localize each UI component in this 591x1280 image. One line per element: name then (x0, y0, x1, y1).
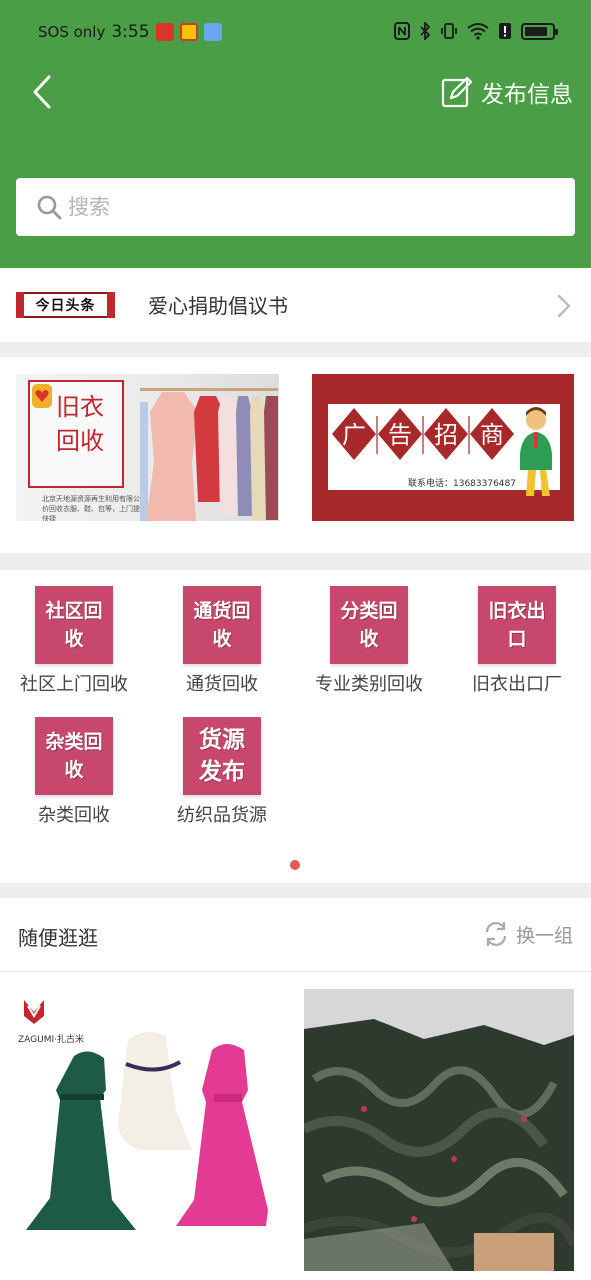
ad-char: 商 (480, 421, 504, 449)
category-label: 专业类别回收 (315, 674, 423, 695)
textile-supply-icon: 货源发布 (183, 717, 261, 795)
category-sorted-recycling[interactable]: 分类回收 专业类别回收 (299, 586, 439, 696)
wifi-icon (467, 23, 489, 40)
status-bar: SOS only 3:55 (0, 0, 591, 66)
banner-advertising[interactable]: 广 告 招 商 联系电话：13683376487 (312, 374, 574, 521)
browse-section: 随便逛逛 换一组 ZAGUMI·扎古米 (0, 898, 591, 1280)
bulk-recycling-icon: 通货回收 (183, 586, 261, 664)
category-icon-text: 货源发布 (199, 727, 245, 785)
edit-icon (441, 76, 473, 108)
news-headline[interactable]: 爱心捐助倡议书 (148, 290, 288, 319)
category-export[interactable]: 旧衣出口 旧衣出口厂 (447, 586, 587, 696)
alert-icon (499, 23, 511, 39)
news-strip[interactable]: 今日头条 爱心捐助倡议书 (0, 268, 591, 342)
app-notification-icon (179, 23, 198, 41)
app-notification-icon (203, 23, 222, 41)
status-right (394, 22, 558, 40)
ad-underline (402, 490, 512, 493)
section-divider (0, 553, 591, 570)
category-community-recycling[interactable]: 社区回收 社区上门回收 (4, 586, 144, 696)
publish-label: 发布信息 (481, 82, 573, 108)
search-input[interactable] (68, 195, 548, 219)
category-label: 纺织品货源 (177, 805, 267, 826)
status-left: SOS only 3:55 (38, 22, 222, 42)
chevron-left-icon (33, 75, 51, 109)
refresh-button[interactable]: 换一组 (482, 920, 573, 948)
toutiao-logo: 今日头条 (16, 292, 115, 318)
ad-char: 招 (434, 421, 458, 449)
card-brand: ZAGUMI·扎古米 (18, 1033, 84, 1045)
category-label: 旧衣出口厂 (472, 674, 562, 695)
ad-char: 告 (388, 421, 412, 449)
product-card[interactable]: ZAGUMI·扎古米 (16, 990, 286, 1270)
category-textile-supply[interactable]: 货源发布 纺织品货源 (152, 717, 292, 827)
bluetooth-icon (420, 22, 431, 40)
toutiao-logo-text: 今日头条 (35, 295, 96, 315)
category-icon-text: 分类回收 (340, 600, 398, 650)
category-label: 社区上门回收 (20, 674, 128, 695)
nfc-icon (394, 22, 410, 40)
export-icon: 旧衣出口 (478, 586, 556, 664)
misc-recycling-icon: 杂类回收 (35, 717, 113, 795)
category-grid: 社区回收 社区上门回收 通货回收 通货回收 分类回收 专业类别回收 旧衣出口 旧… (0, 570, 591, 883)
banner-title: 旧衣回收 (56, 393, 104, 455)
app-notification-icon (155, 23, 174, 41)
businessman-illustration (520, 407, 552, 496)
battery-icon (521, 22, 558, 40)
ad-diamonds: 广 告 招 商 (332, 408, 514, 460)
refresh-label: 换一组 (515, 924, 573, 947)
app-screen: SOS only 3:55 发布信息 搜索 今日头条 爱心捐助倡议书 旧衣回收 … (0, 0, 591, 1280)
product-card[interactable] (304, 989, 574, 1271)
chevron-right-icon (557, 294, 571, 318)
textile-pile-image (304, 989, 574, 1271)
heart-icon (32, 384, 52, 408)
pagination-dot (290, 860, 300, 870)
section-divider (0, 342, 591, 357)
carrier-text: SOS only (38, 23, 106, 41)
back-button[interactable] (24, 70, 60, 114)
search-icon (37, 195, 62, 220)
category-label: 通货回收 (186, 674, 258, 695)
browse-divider (0, 971, 591, 972)
refresh-icon (485, 922, 507, 946)
ad-contact: 联系电话：13683376487 (408, 479, 516, 489)
community-recycling-icon: 社区回收 (35, 586, 113, 664)
banner-row: 旧衣回收 北京天地源资源再生利用有限公司 全国高价回收衣服、鞋、包等，上门提货，… (0, 357, 591, 553)
category-icon-text: 旧衣出口 (488, 600, 546, 650)
search-bar[interactable] (16, 178, 575, 236)
sorted-recycling-icon: 分类回收 (330, 586, 408, 664)
battery-fill (525, 26, 547, 36)
section-divider (0, 883, 591, 898)
vibrate-icon (441, 23, 457, 39)
ad-char: 广 (342, 421, 366, 449)
banner-clothes-recycling[interactable]: 旧衣回收 北京天地源资源再生利用有限公司 全国高价回收衣服、鞋、包等，上门提货，… (16, 374, 279, 521)
clothes-rack-image (140, 388, 278, 521)
battery-tip (555, 28, 558, 35)
category-icon-text: 社区回收 (45, 600, 103, 650)
category-icon-text: 杂类回收 (45, 731, 103, 781)
header: SOS only 3:55 发布信息 搜索 (0, 0, 591, 268)
dresses-image: ZAGUMI·扎古米 (16, 990, 286, 1270)
category-label: 杂类回收 (38, 805, 110, 826)
browse-title: 随便逛逛 (18, 926, 98, 950)
category-icon-text: 通货回收 (193, 600, 251, 650)
category-misc-recycling[interactable]: 杂类回收 杂类回收 (4, 717, 144, 827)
clock: 3:55 (111, 22, 150, 42)
publish-button[interactable]: 发布信息 (441, 72, 573, 112)
category-bulk-recycling[interactable]: 通货回收 通货回收 (152, 586, 292, 696)
